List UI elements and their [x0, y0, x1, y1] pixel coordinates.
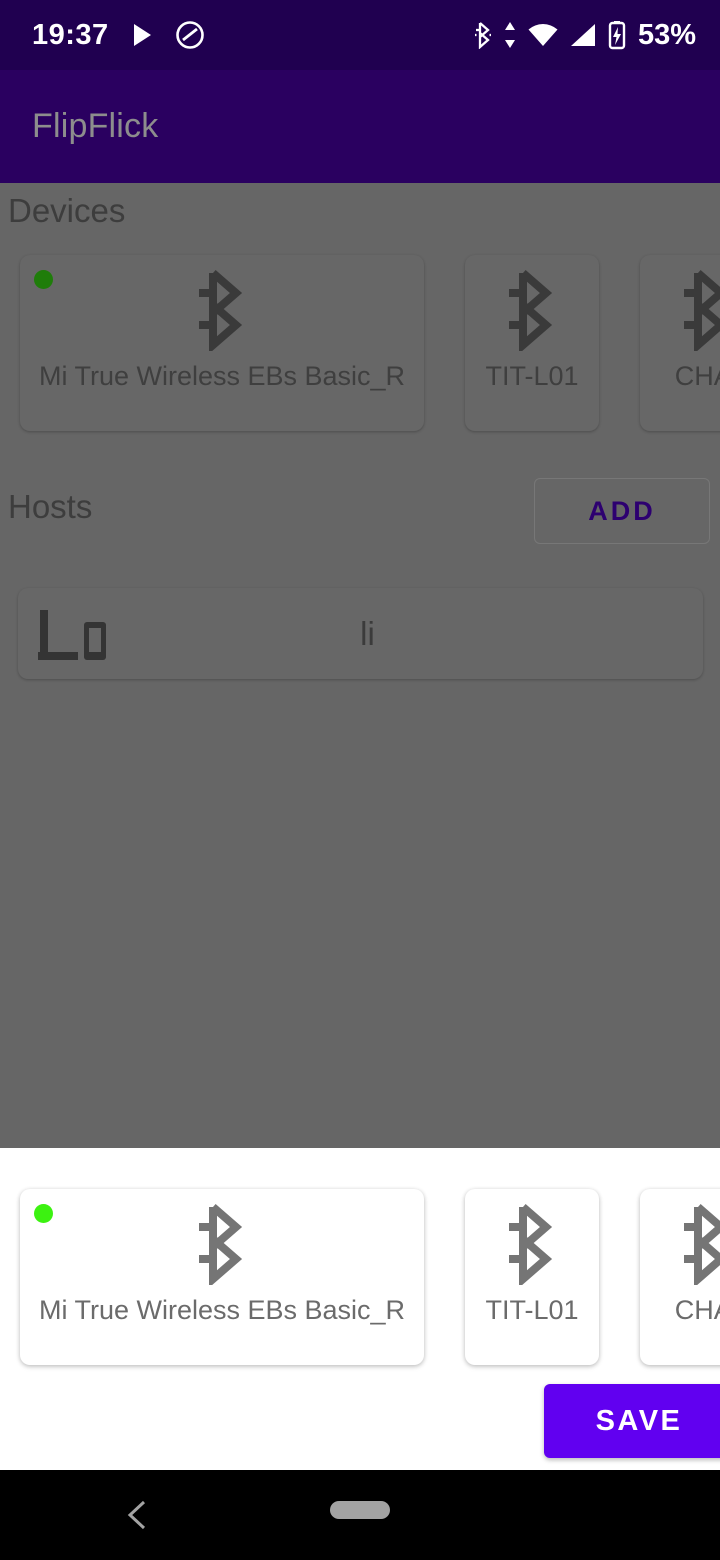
sheet-device-card-2[interactable]: CHAI	[640, 1189, 720, 1365]
sheet-device-card-label: TIT-L01	[485, 1295, 579, 1325]
status-bar-left: 19:37	[32, 19, 205, 52]
device-card-0[interactable]: Mi True Wireless EBs Basic_R	[20, 255, 424, 431]
sheet-device-card-0[interactable]: Mi True Wireless EBs Basic_R	[20, 1189, 424, 1365]
save-button[interactable]: SAVE	[544, 1384, 720, 1458]
device-card-label: CHAI	[674, 361, 720, 391]
status-clock: 19:37	[32, 18, 109, 51]
app-title: FlipFlick	[32, 107, 159, 145]
connected-status-dot	[34, 270, 53, 289]
host-row-0[interactable]: li	[18, 588, 703, 679]
sheet-device-card-label: CHAI	[674, 1295, 720, 1325]
devices-list[interactable]: Mi True Wireless EBs Basic_R TIT-L01 CH	[0, 255, 720, 445]
do-not-disturb-icon	[175, 20, 205, 50]
bluetooth-icon	[501, 1201, 563, 1288]
back-icon[interactable]	[122, 1498, 156, 1532]
cellular-signal-icon	[569, 22, 597, 48]
bottom-sheet: Mi True Wireless EBs Basic_R TIT-L01 CH …	[0, 1148, 720, 1470]
main-content-scrimmed: Devices Mi True Wireless EBs Basic_R TIT…	[0, 183, 720, 1148]
bluetooth-icon	[676, 267, 720, 354]
bluetooth-icon	[191, 267, 253, 354]
status-bar-right: 4 53%	[473, 19, 696, 52]
sheet-device-card-1[interactable]: TIT-L01	[465, 1189, 599, 1365]
bluetooth-icon	[473, 21, 493, 49]
app-screen: 19:37 4 53% FlipFlick Devices Mi True Wi…	[0, 0, 720, 1560]
device-card-label: TIT-L01	[485, 361, 579, 391]
bluetooth-icon	[676, 1201, 720, 1288]
status-bar: 19:37 4 53%	[0, 0, 720, 70]
connected-status-dot	[34, 1204, 53, 1223]
device-card-label: Mi True Wireless EBs Basic_R	[38, 361, 406, 391]
device-card-2[interactable]: CHAI	[640, 255, 720, 431]
battery-percent-label: 53%	[637, 18, 696, 51]
bluetooth-icon	[191, 1201, 253, 1288]
data-transfer-icon	[503, 21, 517, 49]
battery-charging-icon	[607, 20, 627, 50]
svg-text:4: 4	[552, 35, 559, 47]
add-host-button[interactable]: ADD	[534, 478, 710, 544]
hosts-section-title: Hosts	[8, 488, 93, 525]
device-card-1[interactable]: TIT-L01	[465, 255, 599, 431]
sheet-devices-list[interactable]: Mi True Wireless EBs Basic_R TIT-L01 CH	[0, 1189, 720, 1379]
app-bar: FlipFlick	[0, 70, 720, 183]
play-icon	[131, 22, 153, 48]
sheet-device-card-label: Mi True Wireless EBs Basic_R	[38, 1295, 406, 1325]
wifi-icon: 4	[527, 22, 559, 48]
host-row-label: li	[360, 614, 375, 652]
devices-section-title: Devices	[8, 192, 126, 229]
devices-icon	[34, 604, 112, 664]
bluetooth-icon	[501, 267, 563, 354]
home-pill[interactable]	[330, 1501, 390, 1519]
